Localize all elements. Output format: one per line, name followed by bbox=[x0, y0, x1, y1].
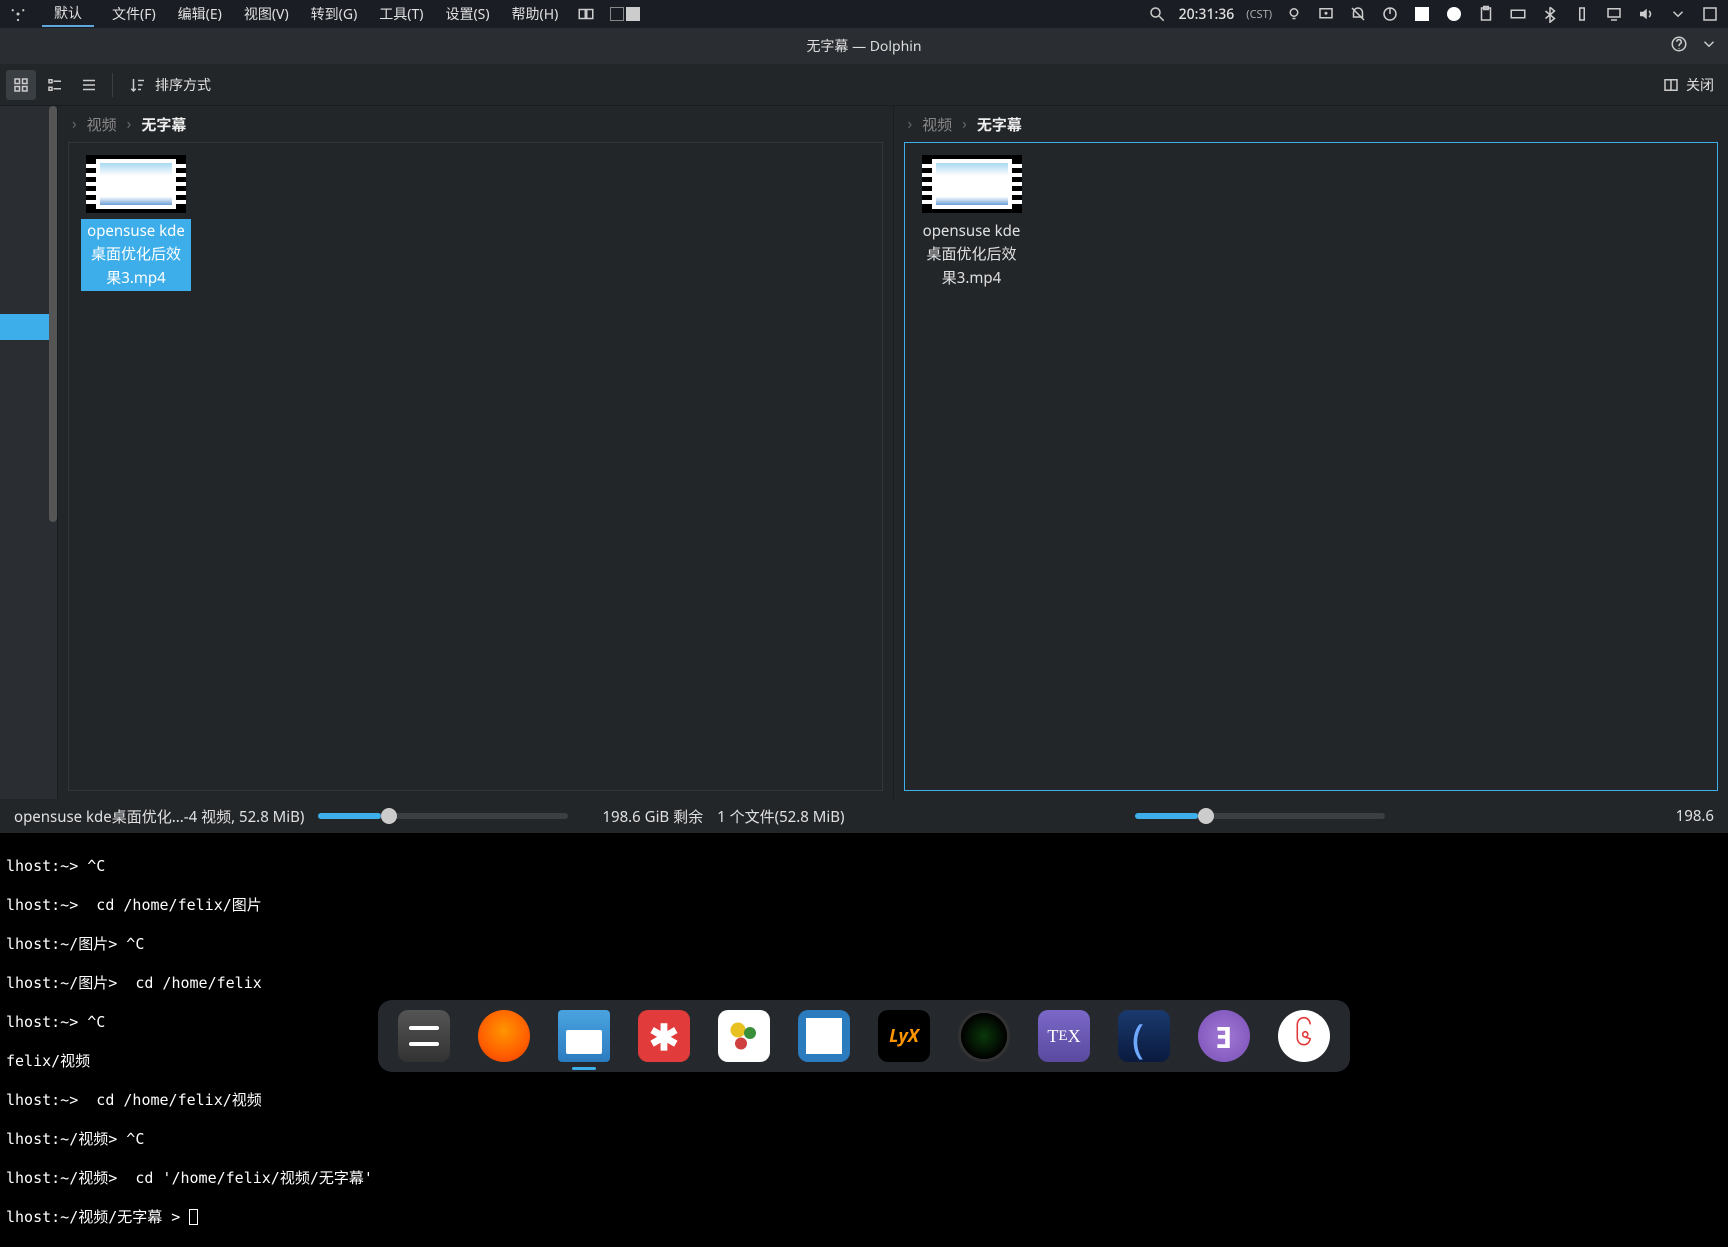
dock: ✱ LyX TEX Ǝ ၆ bbox=[378, 1000, 1350, 1072]
show-desktop-icon[interactable] bbox=[1700, 4, 1720, 24]
file-label: opensuse kde桌面优化后效果3.mp4 bbox=[81, 219, 191, 291]
dock-item-jmol[interactable] bbox=[718, 1010, 770, 1062]
file-item[interactable]: opensuse kde桌面优化后效果3.mp4 bbox=[917, 155, 1027, 291]
sort-button[interactable]: 排序方式 bbox=[121, 71, 219, 99]
crumb-parent[interactable]: 视频 bbox=[922, 114, 952, 135]
chevron-down-icon[interactable] bbox=[1700, 35, 1718, 58]
terminal-line: lhost:~/视频/无字幕 > bbox=[6, 1208, 1722, 1228]
close-label: 关闭 bbox=[1686, 75, 1714, 95]
terminal-line: lhost:~> cd /home/felix/图片 bbox=[6, 896, 1722, 916]
menu-file[interactable]: 文件(F) bbox=[108, 2, 160, 26]
terminal-cursor bbox=[189, 1209, 198, 1225]
power-icon[interactable] bbox=[1380, 4, 1400, 24]
panel-left: 默认 文件(F) 编辑(E) 视图(V) 转到(G) 工具(T) 设置(S) 帮… bbox=[8, 1, 640, 27]
sidebar-active-indicator bbox=[0, 314, 50, 340]
right-pane: › 视频 › 无字幕 opensuse kde桌面优化后效果3.mp4 bbox=[893, 106, 1728, 799]
terminal-line: lhost:~/视频> cd '/home/felix/视频/无字幕' bbox=[6, 1169, 1722, 1189]
menu-settings[interactable]: 设置(S) bbox=[441, 2, 493, 26]
menu-edit[interactable]: 编辑(E) bbox=[174, 2, 226, 26]
display-icon[interactable] bbox=[1604, 4, 1624, 24]
dolphin-window: 无字幕 — Dolphin 排序方式 关闭 bbox=[0, 28, 1728, 833]
sidebar-scrollbar[interactable] bbox=[49, 106, 57, 522]
crumb-parent[interactable]: 视频 bbox=[87, 114, 117, 135]
terminal-line: lhost:~> cd /home/felix/视频 bbox=[6, 1091, 1722, 1111]
file-item[interactable]: opensuse kde桌面优化后效果3.mp4 bbox=[81, 155, 191, 291]
window-title: 无字幕 — Dolphin bbox=[806, 36, 921, 56]
dock-item-firefox[interactable] bbox=[478, 1010, 530, 1062]
dock-item-kdenlive[interactable] bbox=[1118, 1010, 1170, 1062]
search-icon[interactable] bbox=[1147, 4, 1167, 24]
menu-view[interactable]: 视图(V) bbox=[240, 2, 293, 26]
sort-label: 排序方式 bbox=[155, 75, 211, 95]
menu-go[interactable]: 转到(G) bbox=[307, 2, 362, 26]
dock-item-files[interactable] bbox=[558, 1010, 610, 1062]
terminal-line: lhost:~/图片> ^C bbox=[6, 935, 1722, 955]
dock-item-netease-music[interactable]: ၆ bbox=[1278, 1010, 1330, 1062]
top-panel: 默认 文件(F) 编辑(E) 视图(V) 转到(G) 工具(T) 设置(S) 帮… bbox=[0, 0, 1728, 28]
zoom-slider-left[interactable] bbox=[318, 813, 568, 819]
app-launcher-icon[interactable] bbox=[8, 5, 28, 23]
video-thumbnail-icon bbox=[86, 155, 186, 213]
status-count: 1 个文件(52.8 MiB) bbox=[717, 806, 844, 827]
split-view: › 视频 › 无字幕 opensuse kde桌面优化后效果3.mp4 › 视频 bbox=[58, 106, 1728, 799]
help-icon[interactable] bbox=[1670, 35, 1688, 58]
status-selection: opensuse kde桌面优化...-4 视频, 52.8 MiB) bbox=[14, 806, 304, 827]
dock-item-lyx[interactable]: LyX bbox=[878, 1010, 930, 1062]
panel-right: 20:31:36 (CST) bbox=[1147, 4, 1720, 24]
split-icon[interactable] bbox=[576, 4, 596, 24]
view-details-button[interactable] bbox=[74, 70, 104, 100]
activity-name[interactable]: 默认 bbox=[42, 1, 94, 27]
screen-icon[interactable] bbox=[1316, 4, 1336, 24]
tray-square-icon[interactable] bbox=[1412, 4, 1432, 24]
status-freespace-right: 198.6 bbox=[1676, 806, 1714, 826]
menu-tools[interactable]: 工具(T) bbox=[375, 2, 427, 26]
tray-circle-icon[interactable] bbox=[1444, 4, 1464, 24]
dock-item-camera[interactable] bbox=[958, 1010, 1010, 1062]
usb-icon[interactable] bbox=[1572, 4, 1592, 24]
terminal-line: lhost:~/视频> ^C bbox=[6, 1130, 1722, 1150]
menu-help[interactable]: 帮助(H) bbox=[508, 2, 563, 26]
dock-item-tex[interactable]: TEX bbox=[1038, 1010, 1090, 1062]
bulb-icon[interactable] bbox=[1284, 4, 1304, 24]
clipboard-icon[interactable] bbox=[1476, 4, 1496, 24]
bell-icon[interactable] bbox=[1348, 4, 1368, 24]
toolbar-separator bbox=[112, 73, 113, 97]
chevron-right-icon: › bbox=[908, 114, 913, 134]
breadcrumb-left[interactable]: › 视频 › 无字幕 bbox=[58, 106, 893, 142]
places-sidebar[interactable] bbox=[0, 106, 58, 799]
dock-item-settings[interactable] bbox=[398, 1010, 450, 1062]
crumb-current[interactable]: 无字幕 bbox=[977, 114, 1022, 135]
status-freespace: 198.6 GiB 剩余 bbox=[602, 806, 703, 827]
view-icons-button[interactable] bbox=[6, 70, 36, 100]
clock-time[interactable]: 20:31:36 bbox=[1179, 5, 1235, 24]
terminal-line: lhost:~> ^C bbox=[6, 857, 1722, 877]
chevron-down-icon[interactable] bbox=[1668, 4, 1688, 24]
view-compact-button[interactable] bbox=[40, 70, 70, 100]
chevron-right-icon: › bbox=[72, 114, 77, 134]
left-pane: › 视频 › 无字幕 opensuse kde桌面优化后效果3.mp4 bbox=[58, 106, 893, 799]
file-view-right[interactable]: opensuse kde桌面优化后效果3.mp4 bbox=[904, 142, 1719, 791]
zoom-slider-right[interactable] bbox=[1135, 813, 1385, 819]
main-area: › 视频 › 无字幕 opensuse kde桌面优化后效果3.mp4 › 视频 bbox=[0, 106, 1728, 799]
dock-item-mathematica[interactable]: ✱ bbox=[638, 1010, 690, 1062]
keyboard-icon[interactable] bbox=[1508, 4, 1528, 24]
terminal-line: lhost:~/图片> cd /home/felix bbox=[6, 974, 1722, 994]
titlebar[interactable]: 无字幕 — Dolphin bbox=[0, 28, 1728, 64]
crumb-current[interactable]: 无字幕 bbox=[141, 114, 186, 135]
statusbar: opensuse kde桌面优化...-4 视频, 52.8 MiB) 198.… bbox=[0, 799, 1728, 833]
volume-icon[interactable] bbox=[1636, 4, 1656, 24]
file-view-left[interactable]: opensuse kde桌面优化后效果3.mp4 bbox=[68, 142, 883, 791]
bluetooth-icon[interactable] bbox=[1540, 4, 1560, 24]
video-thumbnail-icon bbox=[922, 155, 1022, 213]
close-split-button[interactable]: 关闭 bbox=[1654, 71, 1722, 99]
breadcrumb-right[interactable]: › 视频 › 无字幕 bbox=[894, 106, 1728, 142]
pager[interactable] bbox=[610, 7, 640, 21]
clock-tz: (CST) bbox=[1246, 7, 1272, 22]
dock-item-emacs[interactable]: Ǝ bbox=[1198, 1010, 1250, 1062]
dock-item-document[interactable] bbox=[798, 1010, 850, 1062]
chevron-right-icon: › bbox=[962, 114, 967, 134]
chevron-right-icon: › bbox=[127, 114, 132, 134]
file-label: opensuse kde桌面优化后效果3.mp4 bbox=[917, 219, 1027, 291]
toolbar: 排序方式 关闭 bbox=[0, 64, 1728, 106]
